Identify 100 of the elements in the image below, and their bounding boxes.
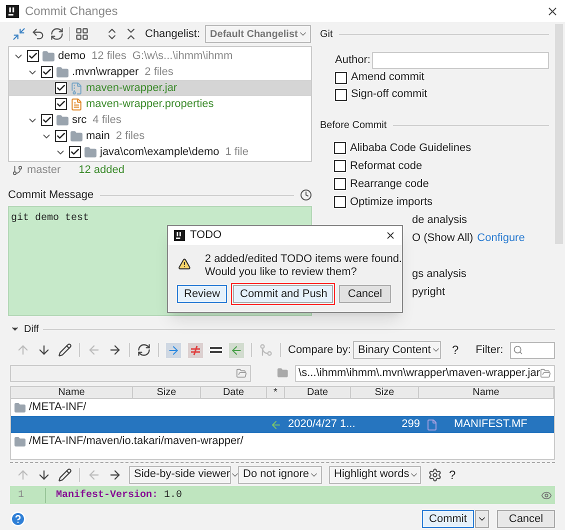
highlight-dropdown[interactable]: Highlight words	[329, 466, 421, 484]
author-label: Author:	[335, 53, 370, 68]
commit-button[interactable]: Commit	[422, 510, 474, 528]
tree-row[interactable]: demo 12 files G:\w\s...\ihmm\ihmm	[9, 48, 311, 64]
folder-icon	[84, 146, 97, 158]
checkbox[interactable]	[335, 88, 347, 100]
ignore-dropdown[interactable]: Do not ignore	[238, 466, 322, 484]
tree-row[interactable]: src 4 files	[9, 112, 311, 128]
tree-row[interactable]: main 2 files	[9, 128, 311, 144]
folder-icon	[14, 402, 26, 414]
column-header[interactable]: Size	[133, 387, 201, 398]
equal-icon[interactable]	[210, 347, 222, 353]
column-header[interactable]: Date	[285, 387, 351, 398]
section-title: Diff	[24, 322, 39, 336]
checkbox[interactable]	[334, 178, 346, 190]
change-status: 12 added	[78, 162, 125, 178]
author-field[interactable]	[372, 52, 549, 69]
filter-label: Filter:	[476, 342, 504, 358]
help-icon[interactable]: ?	[449, 466, 456, 484]
folder-icon	[56, 114, 69, 126]
compare-label: Compare by:	[288, 342, 351, 358]
close-icon[interactable]	[385, 230, 396, 241]
column-header[interactable]: Name	[11, 387, 133, 398]
folder-icon	[56, 66, 69, 78]
help-icon[interactable]	[10, 511, 26, 527]
checkbox[interactable]	[334, 142, 346, 154]
tree-label: .mvn\wrapper	[72, 64, 139, 80]
help-icon[interactable]: ?	[448, 341, 463, 359]
tree-label: maven-wrapper.properties	[86, 96, 214, 112]
left-arrow-toggle[interactable]	[229, 342, 244, 358]
line-number: 1	[10, 488, 46, 502]
table-row[interactable]: /META-INF/maven/io.takari/maven-wrapper/	[11, 433, 554, 450]
folder-name: /META-INF/	[29, 400, 86, 416]
dialog-title: TODO	[190, 228, 222, 244]
checkbox[interactable]	[55, 130, 67, 142]
checkbox[interactable]	[334, 160, 346, 172]
app-logo-icon	[6, 4, 19, 18]
folder-path: G:\w\s...\ihmm\ihmm	[132, 48, 233, 64]
table-row[interactable]: 2020/4/27 1... 299 MANIFEST.MF	[11, 416, 554, 433]
column-header[interactable]: *	[267, 387, 285, 398]
checkbox[interactable]	[41, 66, 53, 78]
branch-name: master	[27, 162, 61, 178]
option-label: O (Show All)	[412, 230, 474, 246]
file-icon	[70, 98, 83, 110]
dialog-button[interactable]: Cancel	[339, 285, 391, 303]
left-path-field[interactable]	[10, 364, 252, 382]
checkbox[interactable]	[41, 114, 53, 126]
undo-icon[interactable]	[31, 27, 45, 41]
filter-field[interactable]	[510, 342, 555, 358]
refresh-icon[interactable]	[50, 27, 64, 41]
folder-open-icon[interactable]	[540, 368, 551, 378]
column-header[interactable]: Size	[351, 387, 419, 398]
close-icon[interactable]	[546, 4, 559, 18]
folder-icon	[277, 367, 289, 379]
arrow-right-icon[interactable]	[108, 343, 122, 357]
tree-row[interactable]: java\com\example\demo 1 file	[9, 144, 311, 160]
edit-icon[interactable]	[58, 468, 72, 482]
file-count: 4 files	[92, 112, 122, 128]
configure-link[interactable]: Configure	[477, 230, 525, 246]
compare-dropdown[interactable]: Binary Content	[352, 341, 441, 359]
checkbox[interactable]	[69, 146, 81, 158]
group-icon[interactable]	[75, 27, 89, 41]
column-header[interactable]: Date	[201, 387, 267, 398]
checkbox[interactable]	[335, 72, 347, 84]
search-icon	[513, 345, 524, 355]
changelist-dropdown[interactable]: Default Changelist	[205, 25, 312, 43]
history-icon[interactable]	[300, 189, 312, 201]
folder-icon	[70, 130, 83, 142]
dialog-button[interactable]: Review	[177, 285, 227, 303]
file-icon	[426, 418, 438, 430]
collapse-icon[interactable]	[12, 27, 26, 41]
settings-icon[interactable]	[428, 468, 442, 482]
section-title: Git	[320, 28, 333, 42]
option-label: Amend commit	[351, 70, 424, 86]
right-arrow-toggle[interactable]	[166, 342, 181, 358]
checkbox[interactable]	[55, 98, 67, 110]
eye-icon[interactable]	[541, 490, 552, 500]
checkbox[interactable]	[55, 82, 67, 94]
section-title: Commit Message	[8, 188, 94, 203]
dialog-button[interactable]: Commit and Push	[233, 285, 333, 303]
dropdown-button[interactable]	[475, 510, 489, 528]
checkbox[interactable]	[27, 50, 39, 62]
file-count: 2 files	[144, 64, 174, 80]
refresh-icon[interactable]	[137, 343, 151, 357]
option-label: Sign-off commit	[351, 87, 428, 102]
window-title: Commit Changes	[25, 3, 118, 20]
table-row[interactable]: /META-INF/	[11, 399, 554, 416]
table-cell-text: 299	[400, 417, 420, 432]
right-path-field[interactable]: \s...\ihmm\ihmm\.mvn\wrapper\maven-wrapper.jar	[294, 364, 555, 382]
option-label: de analysis	[412, 212, 468, 228]
option-label: pyright	[412, 284, 446, 300]
tree-row[interactable]: maven-wrapper.properties	[9, 96, 311, 112]
cancel-button[interactable]: Cancel	[497, 510, 555, 528]
checkbox[interactable]	[334, 196, 346, 208]
arrow-right-icon[interactable]	[108, 468, 122, 482]
edit-icon[interactable]	[58, 343, 72, 357]
not-equal-toggle[interactable]	[188, 342, 203, 358]
file-count: 1 file	[225, 144, 248, 160]
tree-row[interactable]: .mvn\wrapper 2 files	[9, 64, 311, 80]
column-header[interactable]: Name	[419, 387, 554, 398]
